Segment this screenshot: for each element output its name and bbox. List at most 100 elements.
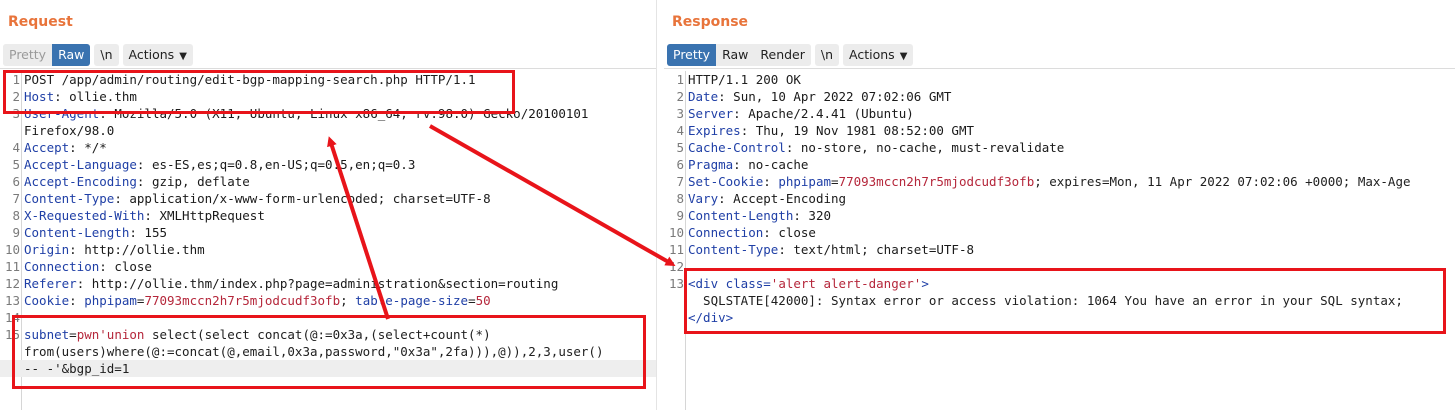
- cookie-name: phpipam: [778, 174, 832, 189]
- header-name: Pragma: [688, 157, 734, 172]
- cookie-value: 50: [475, 293, 491, 308]
- header-value: 320: [808, 208, 831, 223]
- header-value-wrap: Firefox/98.0: [24, 123, 115, 138]
- header-value: 155: [144, 225, 167, 240]
- request-view-toggle: Pretty Raw: [3, 44, 91, 66]
- response-newline-toggle[interactable]: \n: [814, 44, 840, 66]
- line-number: 4: [12, 140, 20, 155]
- line-number: 4: [676, 123, 684, 138]
- header-value: no-store, no-cache, must-revalidate: [800, 140, 1065, 155]
- response-pane: Response Pretty Raw Render \n Actions ▼ 1…: [664, 0, 1455, 410]
- request-line: 5 Accept-Language: es-ES,es;q=0.8,en-US;q…: [0, 156, 656, 173]
- line-number: 7: [676, 174, 684, 189]
- request-title: Request: [8, 14, 73, 30]
- line-number: 5: [676, 140, 684, 155]
- response-line: 9 Content-Length: 320: [664, 207, 1455, 224]
- response-editor[interactable]: 1 HTTP/1.1 200 OK 2 Date: Sun, 10 Apr 2022…: [664, 71, 1455, 410]
- response-line: 10 Connection: close: [664, 224, 1455, 241]
- header-name: Accept: [24, 140, 70, 155]
- line-number: 7: [12, 191, 20, 206]
- line-number: 10: [668, 225, 684, 240]
- response-tab-raw[interactable]: Raw: [716, 44, 755, 66]
- header-value: close: [114, 259, 152, 274]
- header-value: text/html; charset=UTF-8: [793, 242, 974, 257]
- line-number: 5: [12, 157, 20, 172]
- header-value: application/x-www-form-urlencoded; chars…: [129, 191, 491, 206]
- line-number: 12: [668, 259, 684, 274]
- header-name: Content-Length: [688, 208, 794, 223]
- response-tab-render[interactable]: Render: [754, 44, 811, 66]
- cookie-value: 77093mccn2h7r5mjodcudf3ofb: [838, 174, 1035, 189]
- header-name: Connection: [24, 259, 100, 274]
- line-number: 11: [668, 242, 684, 257]
- line-number: 13: [4, 293, 20, 308]
- line-number: 9: [676, 208, 684, 223]
- header-value: Sun, 10 Apr 2022 07:02:06 GMT: [733, 89, 952, 104]
- request-line: 9 Content-Length: 155: [0, 224, 656, 241]
- request-actions-label: Actions: [128, 47, 175, 62]
- request-tab-pretty[interactable]: Pretty: [3, 44, 53, 66]
- request-toolbar-divider: [0, 68, 656, 69]
- response-line: 3 Server: Apache/2.4.41 (Ubuntu): [664, 105, 1455, 122]
- request-line: 11 Connection: close: [0, 258, 656, 275]
- response-line: 11 Content-Type: text/html; charset=UTF-8: [664, 241, 1455, 258]
- header-value: gzip, deflate: [151, 174, 250, 189]
- response-line: 1 HTTP/1.1 200 OK: [664, 71, 1455, 88]
- request-line: 8 X-Requested-With: XMLHttpRequest: [0, 207, 656, 224]
- header-value: http://ollie.thm: [84, 242, 205, 257]
- header-name: X-Requested-With: [24, 208, 145, 223]
- line-number: 11: [4, 259, 20, 274]
- line-number: 10: [4, 242, 20, 257]
- request-line: 13 Cookie: phpipam=77093mccn2h7r5mjodcudf…: [0, 292, 656, 309]
- cookie-value: 77093mccn2h7r5mjodcudf3ofb: [144, 293, 341, 308]
- header-name: Server: [688, 106, 734, 121]
- header-name: Content-Type: [688, 242, 779, 257]
- request-tab-raw[interactable]: Raw: [52, 44, 91, 66]
- annotation-box-payload: [12, 315, 646, 389]
- response-view-toggle: Pretty Raw Render: [667, 44, 811, 66]
- header-value: */*: [84, 140, 107, 155]
- annotation-box-sql-error: [684, 268, 1446, 334]
- request-line: 6 Accept-Encoding: gzip, deflate: [0, 173, 656, 190]
- header-value: Apache/2.4.41 (Ubuntu): [748, 106, 914, 121]
- cookie-name: table-page-size: [355, 293, 469, 308]
- header-name: Connection: [688, 225, 764, 240]
- request-line: 4 Accept: */*: [0, 139, 656, 156]
- line-number: 6: [676, 157, 684, 172]
- request-line: 12 Referer: http://ollie.thm/index.php?pa…: [0, 275, 656, 292]
- response-title: Response: [672, 14, 749, 30]
- response-line: 6 Pragma: no-cache: [664, 156, 1455, 173]
- header-name: Accept-Language: [24, 157, 137, 172]
- response-line: 4 Expires: Thu, 19 Nov 1981 08:52:00 GMT: [664, 122, 1455, 139]
- chevron-down-icon: ▼: [179, 51, 187, 62]
- request-actions-menu[interactable]: Actions ▼: [122, 44, 193, 66]
- cookie-separator: ;: [340, 293, 356, 308]
- header-name: Referer: [24, 276, 77, 291]
- header-value: no-cache: [748, 157, 809, 172]
- header-name: Content-Type: [24, 191, 115, 206]
- header-name: Date: [688, 89, 719, 104]
- header-name: Expires: [688, 123, 741, 138]
- line-number: 13: [668, 276, 684, 291]
- line-number: 1: [676, 72, 684, 87]
- request-toolbar: Pretty Raw \n Actions ▼: [3, 44, 193, 66]
- response-tab-pretty[interactable]: Pretty: [667, 44, 717, 66]
- status-line: HTTP/1.1 200 OK: [688, 72, 801, 87]
- response-toolbar-divider: [664, 68, 1455, 69]
- header-value: http://ollie.thm/index.php?page=administ…: [91, 276, 559, 291]
- response-line: 8 Vary: Accept-Encoding: [664, 190, 1455, 207]
- request-line: 10 Origin: http://ollie.thm: [0, 241, 656, 258]
- chevron-down-icon: ▼: [899, 51, 908, 62]
- header-value: XMLHttpRequest: [159, 208, 265, 223]
- request-line: 7 Content-Type: application/x-www-form-ur…: [0, 190, 656, 207]
- response-actions-label: Actions: [849, 47, 895, 62]
- header-value: es-ES,es;q=0.8,en-US;q=0.5,en;q=0.3: [151, 157, 416, 172]
- response-line: 5 Cache-Control: no-store, no-cache, must…: [664, 139, 1455, 156]
- request-line: Firefox/98.0: [0, 122, 656, 139]
- request-newline-toggle[interactable]: \n: [94, 44, 119, 66]
- header-name: Content-Length: [24, 225, 130, 240]
- response-toolbar: Pretty Raw Render \n Actions ▼: [667, 44, 914, 66]
- response-actions-menu[interactable]: Actions ▼: [843, 44, 914, 66]
- cookie-attributes: ; expires=Mon, 11 Apr 2022 07:02:06 +000…: [1034, 174, 1411, 189]
- response-line: 2 Date: Sun, 10 Apr 2022 07:02:06 GMT: [664, 88, 1455, 105]
